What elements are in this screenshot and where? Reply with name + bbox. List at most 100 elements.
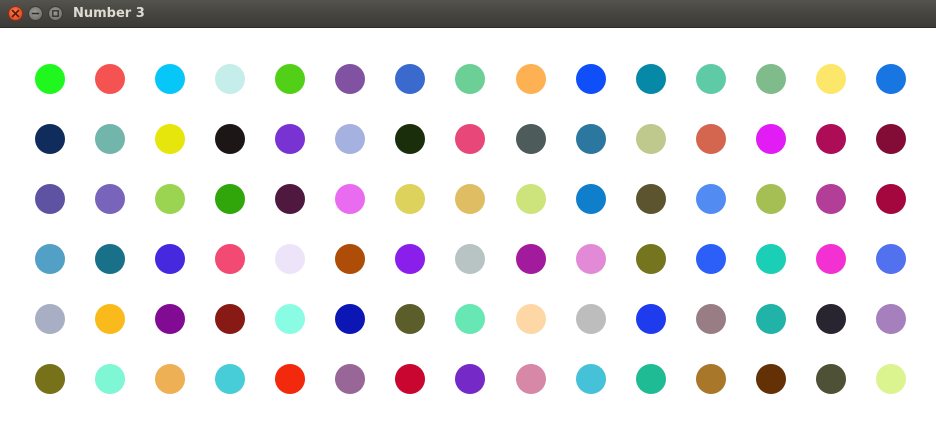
color-dot [636,364,666,394]
color-dot [516,304,546,334]
color-dot [395,64,425,94]
color-dot [155,244,185,274]
color-dot [275,244,305,274]
color-dot [756,184,786,214]
maximize-button[interactable] [48,6,63,21]
color-dot [636,64,666,94]
color-dot [636,244,666,274]
close-icon [11,9,20,18]
color-dot [576,64,606,94]
color-dot [275,184,305,214]
color-dot [335,184,365,214]
color-dot [395,364,425,394]
color-dot [516,124,546,154]
color-dot [455,304,485,334]
color-dot [696,124,726,154]
color-dot [455,364,485,394]
color-dot [816,364,846,394]
color-dot [95,364,125,394]
color-dot [876,64,906,94]
color-dot [576,364,606,394]
color-dot [576,244,606,274]
color-dot [876,364,906,394]
color-dot [215,184,245,214]
color-dot [636,304,666,334]
color-dot [756,304,786,334]
color-dot [756,124,786,154]
color-dot [816,64,846,94]
color-dot [95,124,125,154]
color-dot [516,64,546,94]
color-dot [215,304,245,334]
color-dot [395,244,425,274]
color-dot [816,184,846,214]
color-dot [455,184,485,214]
minimize-button[interactable] [28,6,43,21]
color-dot [335,364,365,394]
color-dot [95,184,125,214]
color-dot [455,64,485,94]
color-dot [576,304,606,334]
color-dot [275,304,305,334]
color-dot [636,124,666,154]
color-dot [516,364,546,394]
color-dot [95,244,125,274]
color-dot [876,124,906,154]
color-dot [215,364,245,394]
color-dot [335,64,365,94]
color-dot [816,124,846,154]
color-dot [95,304,125,334]
maximize-icon [51,9,60,18]
color-dot [876,184,906,214]
color-dot [275,364,305,394]
color-dot [155,184,185,214]
color-dot [155,304,185,334]
color-dot [275,64,305,94]
minimize-icon [31,9,40,18]
color-dot [636,184,666,214]
dot-grid [0,28,936,429]
color-dot [395,304,425,334]
color-dot [756,364,786,394]
app-window: Number 3 [0,0,936,429]
color-dot [816,304,846,334]
color-dot [696,64,726,94]
color-dot [455,244,485,274]
color-dot [95,64,125,94]
color-dot [35,124,65,154]
color-dot [756,244,786,274]
color-dot [876,304,906,334]
close-button[interactable] [8,6,23,21]
color-dot [335,124,365,154]
color-dot [335,244,365,274]
color-dot [576,124,606,154]
color-dot [696,364,726,394]
color-dot [395,124,425,154]
window-title: Number 3 [73,6,145,21]
color-dot [335,304,365,334]
color-dot [215,124,245,154]
color-dot [155,364,185,394]
color-dot [215,64,245,94]
color-dot [756,64,786,94]
title-bar[interactable]: Number 3 [0,0,936,28]
color-dot [35,244,65,274]
color-dot [696,304,726,334]
color-dot [215,244,245,274]
color-dot [35,304,65,334]
color-dot [516,244,546,274]
color-dot [35,184,65,214]
color-dot [576,184,606,214]
color-dot [516,184,546,214]
color-dot [395,184,425,214]
color-dot [696,184,726,214]
color-dot [455,124,485,154]
color-dot [155,64,185,94]
color-dot [876,244,906,274]
color-dot [155,124,185,154]
color-dot [35,364,65,394]
color-dot [816,244,846,274]
color-dot [35,64,65,94]
color-dot [275,124,305,154]
color-dot [696,244,726,274]
